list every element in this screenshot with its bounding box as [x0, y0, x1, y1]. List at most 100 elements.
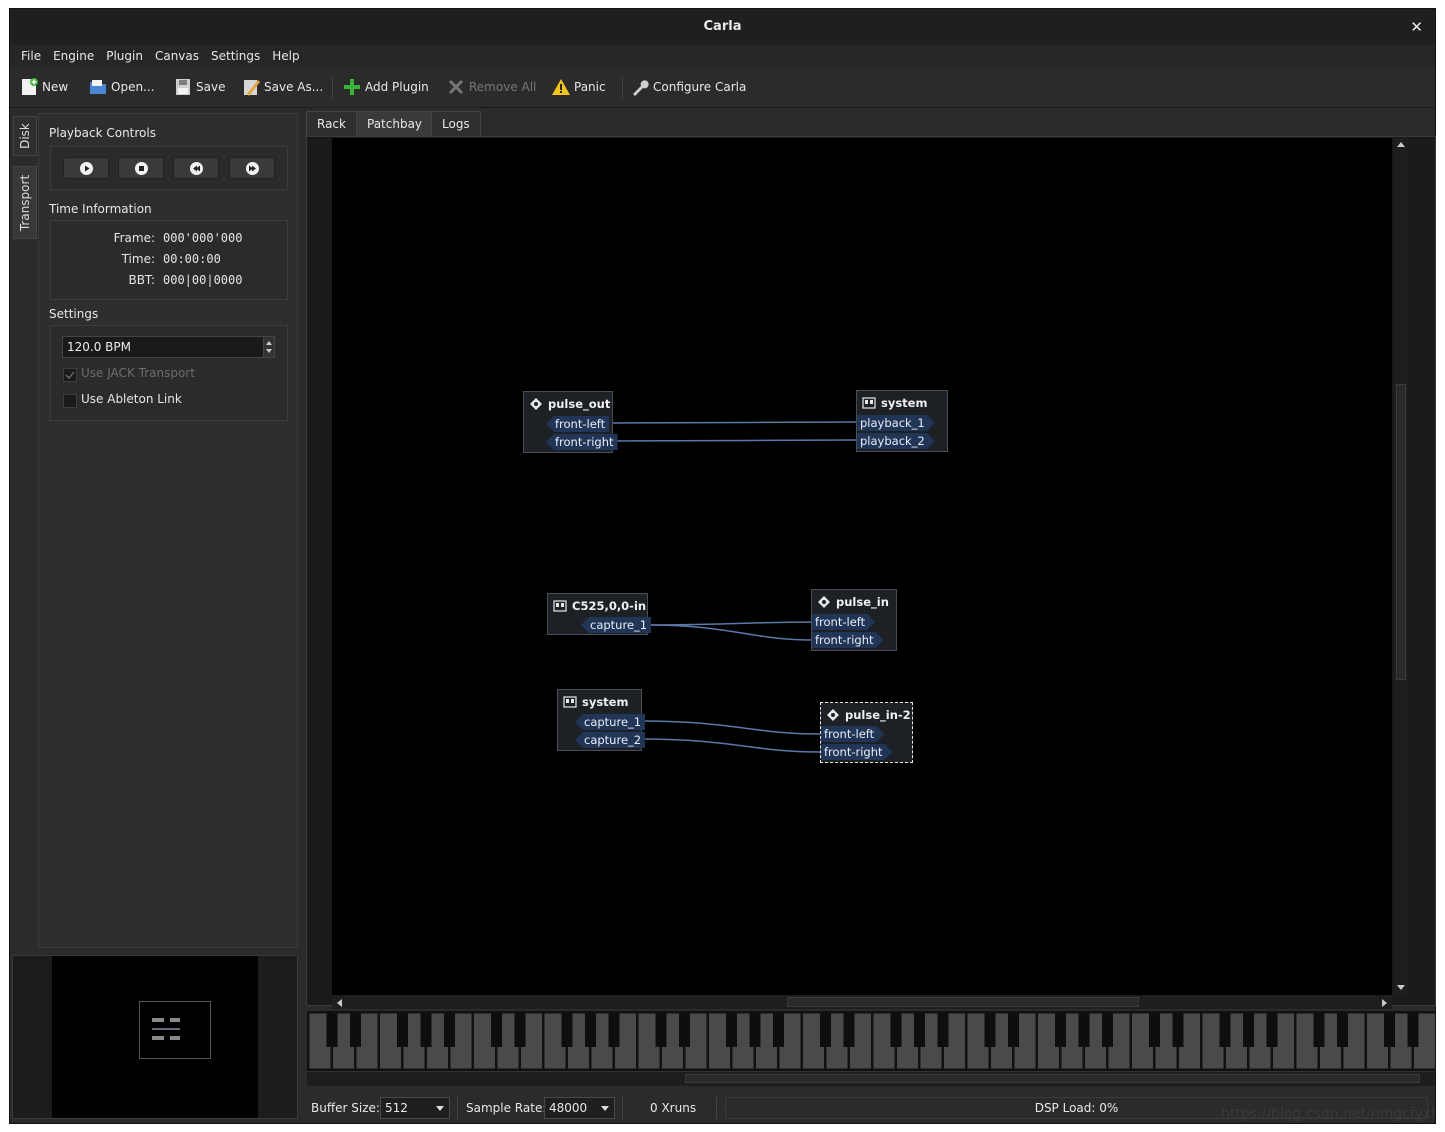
- remove-all-button[interactable]: Remove All: [446, 75, 536, 99]
- black-key[interactable]: [1008, 1013, 1019, 1047]
- scroll-up-icon[interactable]: [1396, 140, 1406, 148]
- black-key[interactable]: [984, 1013, 996, 1047]
- playback-controls-title: Playback Controls: [49, 126, 156, 140]
- black-key[interactable]: [1337, 1013, 1348, 1047]
- black-key[interactable]: [914, 1013, 925, 1047]
- jack-transport-checkbox[interactable]: [63, 368, 77, 382]
- menu-canvas[interactable]: Canvas: [149, 45, 205, 67]
- new-button[interactable]: New: [19, 75, 68, 99]
- port-front-right[interactable]: front-right: [812, 632, 884, 648]
- black-key[interactable]: [1384, 1013, 1395, 1047]
- group-pulse-in-2[interactable]: pulse_in-2 front-left front-right: [820, 702, 913, 763]
- bpm-spinbox[interactable]: 120.0 BPM: [62, 336, 275, 358]
- menu-help[interactable]: Help: [266, 45, 305, 67]
- port-capture-2[interactable]: capture_2: [575, 732, 646, 748]
- group-system-capture[interactable]: system capture_1 capture_2: [557, 689, 646, 751]
- menu-settings[interactable]: Settings: [205, 45, 266, 67]
- black-key[interactable]: [820, 1013, 831, 1047]
- black-key[interactable]: [608, 1013, 620, 1047]
- black-key[interactable]: [1102, 1013, 1113, 1047]
- close-icon[interactable]: ✕: [1410, 9, 1423, 45]
- group-pulse-in[interactable]: pulse_in front-left front-right: [811, 589, 897, 651]
- canvas-horizontal-scrollbar[interactable]: [332, 995, 1392, 1009]
- black-key[interactable]: [1055, 1013, 1066, 1047]
- port-capture-1[interactable]: capture_1: [581, 617, 652, 633]
- add-plugin-label: Add Plugin: [365, 80, 429, 94]
- xruns-counter[interactable]: 0 Xruns: [650, 1101, 696, 1115]
- minimap-viewport[interactable]: [139, 1001, 211, 1059]
- black-key[interactable]: [444, 1013, 455, 1047]
- scroll-left-icon[interactable]: [335, 998, 343, 1008]
- ableton-link-checkbox[interactable]: [63, 394, 77, 408]
- black-key[interactable]: [749, 1013, 761, 1047]
- black-key[interactable]: [1407, 1013, 1419, 1047]
- piano-keys[interactable]: [307, 1011, 1436, 1071]
- black-key[interactable]: [514, 1013, 526, 1047]
- open-button[interactable]: Open...: [88, 75, 155, 99]
- tab-patchbay[interactable]: Patchbay: [356, 111, 434, 136]
- midi-keyboard[interactable]: [307, 1011, 1436, 1071]
- black-key[interactable]: [491, 1013, 502, 1047]
- black-key[interactable]: [655, 1013, 667, 1047]
- bpm-spin-arrows[interactable]: [263, 336, 275, 358]
- scroll-down-icon[interactable]: [1396, 984, 1406, 992]
- group-pulse-out[interactable]: pulse_out front-left front-right: [523, 391, 618, 453]
- sample-rate-select[interactable]: 48000: [544, 1097, 615, 1119]
- menu-file[interactable]: File: [10, 45, 47, 67]
- tab-transport[interactable]: Transport: [13, 166, 37, 239]
- black-key[interactable]: [726, 1013, 737, 1047]
- black-key[interactable]: [843, 1013, 855, 1047]
- play-button[interactable]: [63, 157, 109, 179]
- group-c525-in[interactable]: C525,0,0-in capture_1: [547, 593, 652, 635]
- forward-button[interactable]: [229, 157, 275, 179]
- tab-rack[interactable]: Rack: [306, 111, 357, 136]
- save-as-button[interactable]: Save As...: [241, 75, 323, 99]
- main-window: Carla ✕ File Engine Plugin Canvas Settings He…: [9, 8, 1436, 1124]
- scrollbar-thumb[interactable]: [787, 997, 1139, 1007]
- configure-button[interactable]: Configure Carla: [630, 75, 746, 99]
- port-front-right[interactable]: front-right: [821, 744, 893, 760]
- menu-engine[interactable]: Engine: [47, 45, 100, 67]
- stop-button[interactable]: [118, 157, 164, 179]
- tab-disk[interactable]: Disk: [13, 116, 37, 156]
- add-plugin-button[interactable]: Add Plugin: [342, 75, 429, 99]
- port-playback-2[interactable]: playback_2: [857, 433, 935, 449]
- panic-button[interactable]: Panic: [551, 75, 606, 99]
- black-key[interactable]: [679, 1013, 690, 1047]
- black-key[interactable]: [773, 1013, 784, 1047]
- port-front-left[interactable]: front-left: [546, 416, 610, 432]
- port-front-right[interactable]: front-right: [546, 434, 618, 450]
- group-system-playback[interactable]: system playback_1 playback_2: [856, 390, 948, 452]
- black-key[interactable]: [890, 1013, 902, 1047]
- scrollbar-thumb[interactable]: [1396, 384, 1406, 680]
- menu-plugin[interactable]: Plugin: [100, 45, 149, 67]
- black-key[interactable]: [1313, 1013, 1325, 1047]
- buffer-size-select[interactable]: 512: [380, 1097, 450, 1119]
- black-key[interactable]: [1078, 1013, 1090, 1047]
- black-key[interactable]: [397, 1013, 408, 1047]
- patchbay-canvas[interactable]: pulse_out front-left front-right system …: [332, 138, 1392, 995]
- black-key[interactable]: [1243, 1013, 1254, 1047]
- black-key[interactable]: [1149, 1013, 1160, 1047]
- black-key[interactable]: [350, 1013, 361, 1047]
- tab-logs[interactable]: Logs: [431, 111, 481, 136]
- scrollbar-thumb[interactable]: [685, 1074, 1420, 1083]
- black-key[interactable]: [1172, 1013, 1184, 1047]
- canvas-minimap[interactable]: [12, 955, 298, 1119]
- keyboard-scrollbar[interactable]: [307, 1071, 1435, 1086]
- scroll-right-icon[interactable]: [1381, 998, 1389, 1008]
- black-key[interactable]: [585, 1013, 596, 1047]
- black-key[interactable]: [561, 1013, 573, 1047]
- black-key[interactable]: [937, 1013, 949, 1047]
- canvas-vertical-scrollbar[interactable]: [1394, 138, 1408, 995]
- port-playback-1[interactable]: playback_1: [857, 415, 935, 431]
- port-front-left[interactable]: front-left: [821, 726, 884, 742]
- port-capture-1[interactable]: capture_1: [575, 714, 646, 730]
- black-key[interactable]: [326, 1013, 338, 1047]
- port-front-left[interactable]: front-left: [812, 614, 875, 630]
- black-key[interactable]: [420, 1013, 432, 1047]
- rewind-button[interactable]: [173, 157, 219, 179]
- black-key[interactable]: [1219, 1013, 1231, 1047]
- black-key[interactable]: [1266, 1013, 1278, 1047]
- save-button[interactable]: Save: [173, 75, 225, 99]
